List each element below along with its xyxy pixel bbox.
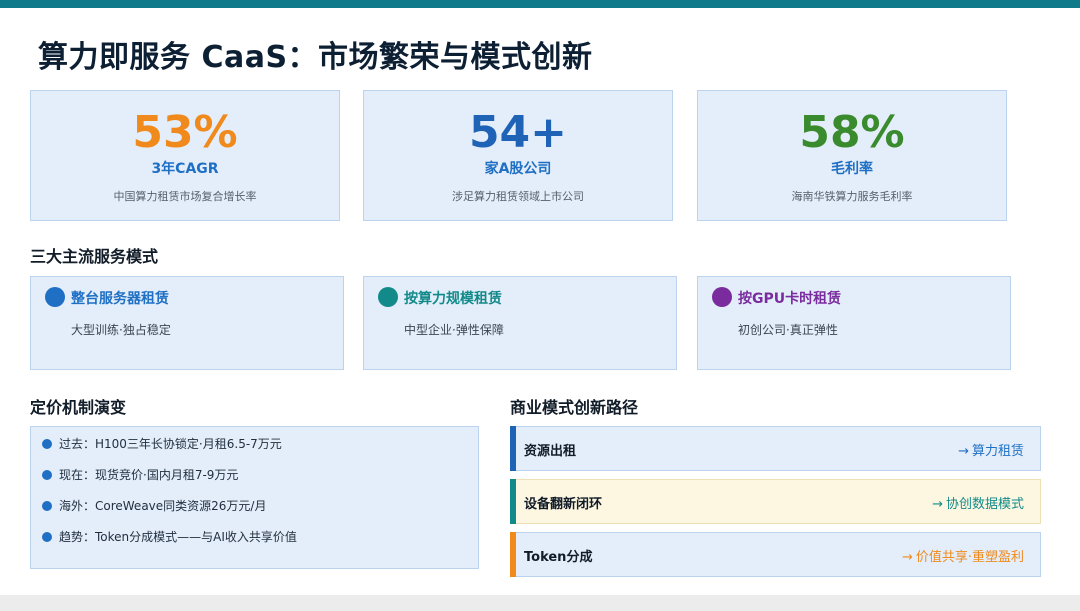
arrow-right-icon: →: [932, 497, 943, 512]
mode-desc: 大型训练·独占稳定: [71, 323, 171, 337]
stat-value: 53%: [132, 107, 238, 158]
path-row-refurbish: 设备翻新闭环 → 协创数据模式: [510, 479, 1041, 524]
stat-label: 3年CAGR: [151, 161, 219, 177]
path-label: Token分成: [524, 550, 593, 565]
path-result-text: 算力租赁: [971, 444, 1024, 459]
path-result-text: 价值共享·重塑盈利: [915, 550, 1024, 565]
pricing-item-text: 过去：H100三年长协锁定·月租6.5-7万元: [59, 437, 282, 451]
path-result: → 价值共享·重塑盈利: [902, 546, 1024, 565]
list-item: 现在：现货竞价·国内月租7-9万元: [31, 466, 478, 497]
mode-card-gpu-hours: 按GPU卡时租赁 初创公司·真正弹性: [697, 276, 1011, 370]
path-result: → 算力租赁: [958, 440, 1024, 459]
path-accent-bar: [510, 479, 516, 524]
list-item: 趋势：Token分成模式——与AI收入共享价值: [31, 528, 478, 559]
stat-desc: 中国算力租赁市场复合增长率: [113, 190, 257, 203]
mode-card-server: 整台服务器租赁 大型训练·独占稳定: [30, 276, 344, 370]
pricing-list: 过去：H100三年长协锁定·月租6.5-7万元 现在：现货竞价·国内月租7-9万…: [30, 426, 479, 569]
bottom-bar: [0, 595, 1080, 611]
stat-value: 54+: [468, 107, 568, 158]
mode-desc: 初创公司·真正弹性: [738, 323, 838, 337]
path-result-text: 协创数据模式: [945, 497, 1024, 512]
list-item: 海外：CoreWeave同类资源26万元/月: [31, 497, 478, 528]
path-label: 资源出租: [524, 444, 577, 459]
mode-name: 整台服务器租赁: [71, 291, 169, 307]
bullet-icon: [42, 439, 52, 449]
path-accent-bar: [510, 426, 516, 471]
mode-name: 按GPU卡时租赁: [738, 291, 842, 307]
mode-name: 按算力规模租赁: [404, 291, 502, 307]
pricing-item-text: 趋势：Token分成模式——与AI收入共享价值: [59, 530, 297, 544]
path-result: → 协创数据模式: [932, 493, 1024, 512]
stat-card-margin: 58% 毛利率 海南华铁算力服务毛利率: [697, 90, 1007, 221]
path-section-title: 商业模式创新路径: [510, 398, 639, 417]
stat-label: 家A股公司: [484, 161, 552, 177]
mode-card-scale: 按算力规模租赁 中型企业·弹性保障: [363, 276, 677, 370]
pricing-item-text: 现在：现货竞价·国内月租7-9万元: [59, 468, 239, 482]
mode-desc: 中型企业·弹性保障: [404, 323, 504, 337]
pricing-section-title: 定价机制演变: [30, 398, 127, 417]
arrow-right-icon: →: [958, 444, 969, 459]
stat-desc: 海南华铁算力服务毛利率: [791, 190, 913, 203]
stat-desc: 涉足算力租赁领域上市公司: [452, 190, 584, 203]
path-label: 设备翻新闭环: [524, 497, 603, 512]
path-row-resource: 资源出租 → 算力租赁: [510, 426, 1041, 471]
mode-dot-icon: [45, 287, 65, 307]
path-row-token: Token分成 → 价值共享·重塑盈利: [510, 532, 1041, 577]
stat-card-cagr: 53% 3年CAGR 中国算力租赁市场复合增长率: [30, 90, 340, 221]
page-title: 算力即服务 CaaS：市场繁荣与模式创新: [38, 40, 593, 75]
bullet-icon: [42, 501, 52, 511]
bullet-icon: [42, 470, 52, 480]
stat-label: 毛利率: [831, 161, 873, 177]
bullet-icon: [42, 532, 52, 542]
path-accent-bar: [510, 532, 516, 577]
stat-card-companies: 54+ 家A股公司 涉足算力租赁领域上市公司: [363, 90, 673, 221]
pricing-item-text: 海外：CoreWeave同类资源26万元/月: [59, 499, 267, 513]
top-accent-bar: [0, 0, 1080, 8]
modes-section-title: 三大主流服务模式: [30, 247, 159, 266]
list-item: 过去：H100三年长协锁定·月租6.5-7万元: [31, 435, 478, 466]
mode-dot-icon: [378, 287, 398, 307]
stat-value: 58%: [799, 107, 905, 158]
mode-dot-icon: [712, 287, 732, 307]
arrow-right-icon: →: [901, 550, 913, 565]
